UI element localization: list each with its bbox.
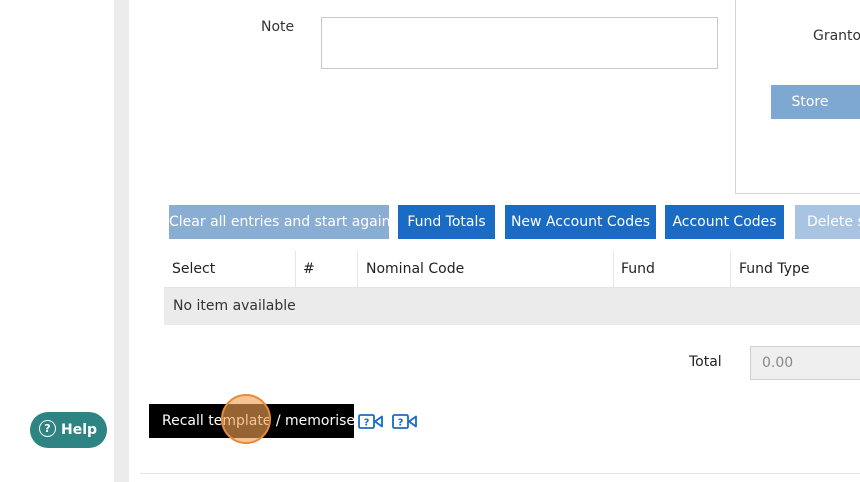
grantor-label: Grantor (813, 28, 860, 44)
column-fund[interactable]: Fund (621, 251, 655, 287)
account-codes-button[interactable]: Account Codes (665, 205, 784, 239)
help-video-icon[interactable]: ? (358, 413, 384, 430)
store-button[interactable]: Store (771, 85, 860, 119)
note-label: Note (261, 19, 295, 35)
new-account-codes-button[interactable]: New Account Codes (505, 205, 656, 239)
sidebar-gutter (114, 0, 129, 482)
help-button[interactable]: ? Help (30, 412, 107, 448)
delete-selected-button[interactable]: Delete se (795, 205, 860, 239)
fund-totals-button[interactable]: Fund Totals (398, 205, 495, 239)
entries-table-header: Select # Nominal Code Fund Fund Type (164, 251, 860, 288)
click-highlight-marker (221, 394, 271, 444)
column-fund-type[interactable]: Fund Type (739, 251, 810, 287)
column-divider (295, 251, 296, 287)
question-circle-icon: ? (39, 420, 56, 437)
total-field: 0.00 (750, 346, 860, 380)
column-divider (730, 251, 731, 287)
svg-text:?: ? (364, 418, 370, 429)
clear-all-button[interactable]: Clear all entries and start again (169, 205, 389, 239)
total-label: Total (689, 354, 722, 370)
column-number[interactable]: # (303, 251, 315, 287)
column-nominal-code[interactable]: Nominal Code (366, 251, 464, 287)
svg-text:?: ? (398, 418, 404, 429)
table-empty-row: No item available (164, 288, 860, 325)
left-margin (0, 0, 114, 482)
column-divider (613, 251, 614, 287)
help-label: Help (61, 422, 98, 438)
column-divider (357, 251, 358, 287)
help-video-icon[interactable]: ? (392, 413, 418, 430)
column-select[interactable]: Select (172, 251, 215, 287)
section-divider (140, 473, 860, 474)
note-textarea[interactable] (321, 17, 718, 69)
